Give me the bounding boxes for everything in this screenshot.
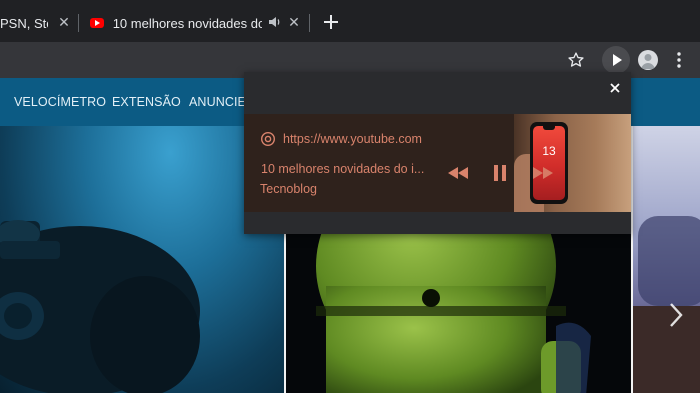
nav-link-velocimetro[interactable]: VELOCÍMETRO	[14, 95, 106, 109]
close-tab-icon[interactable]: ✕	[57, 15, 71, 29]
seek-forward-icon[interactable]	[532, 166, 554, 180]
phone-clock: 13	[542, 144, 556, 158]
seek-backward-icon[interactable]	[447, 166, 469, 180]
profile-avatar-icon[interactable]	[638, 50, 658, 70]
tab-psn[interactable]: PSN, Ste	[0, 8, 48, 38]
article-image-right[interactable]	[633, 126, 700, 393]
close-popup-icon[interactable]	[608, 81, 622, 95]
media-channel: Tecnoblog	[260, 182, 317, 196]
tab-title: PSN, Ste	[0, 15, 48, 31]
tab-divider	[78, 14, 79, 32]
star-icon[interactable]	[567, 51, 585, 69]
close-tab-icon[interactable]: ✕	[287, 15, 301, 29]
media-controls-popup: 13 https://www.youtube.com 10 melhores n…	[244, 72, 631, 234]
menu-kebab-icon[interactable]	[672, 51, 686, 69]
tab-title: 10 melhores novidades do	[112, 15, 262, 31]
nav-link-anuncie[interactable]: ANUNCIE	[189, 95, 246, 109]
chrome-icon	[260, 131, 276, 147]
nav-link-extensao[interactable]: EXTENSÃO	[112, 95, 181, 109]
media-item[interactable]: 13 https://www.youtube.com 10 melhores n…	[244, 114, 631, 212]
pause-icon[interactable]	[493, 165, 507, 181]
tab-divider	[309, 14, 310, 32]
media-title: 10 melhores novidades do i...	[261, 162, 425, 176]
media-control-button[interactable]	[602, 46, 630, 74]
media-source-url: https://www.youtube.com	[283, 132, 422, 146]
youtube-icon	[90, 18, 104, 28]
video-thumbnail: 13	[514, 114, 631, 212]
carousel-next-icon[interactable]	[666, 300, 686, 330]
article-image-controller[interactable]	[0, 126, 284, 393]
audio-playing-icon[interactable]	[266, 14, 282, 30]
tab-strip: PSN, Ste ✕ 10 melhores novidades do ✕	[0, 0, 700, 42]
tab-youtube[interactable]: 10 melhores novidades do	[90, 8, 262, 38]
phone-thumbnail: 13	[530, 122, 568, 204]
controller-illustration	[0, 220, 200, 393]
new-tab-icon[interactable]	[321, 12, 341, 32]
